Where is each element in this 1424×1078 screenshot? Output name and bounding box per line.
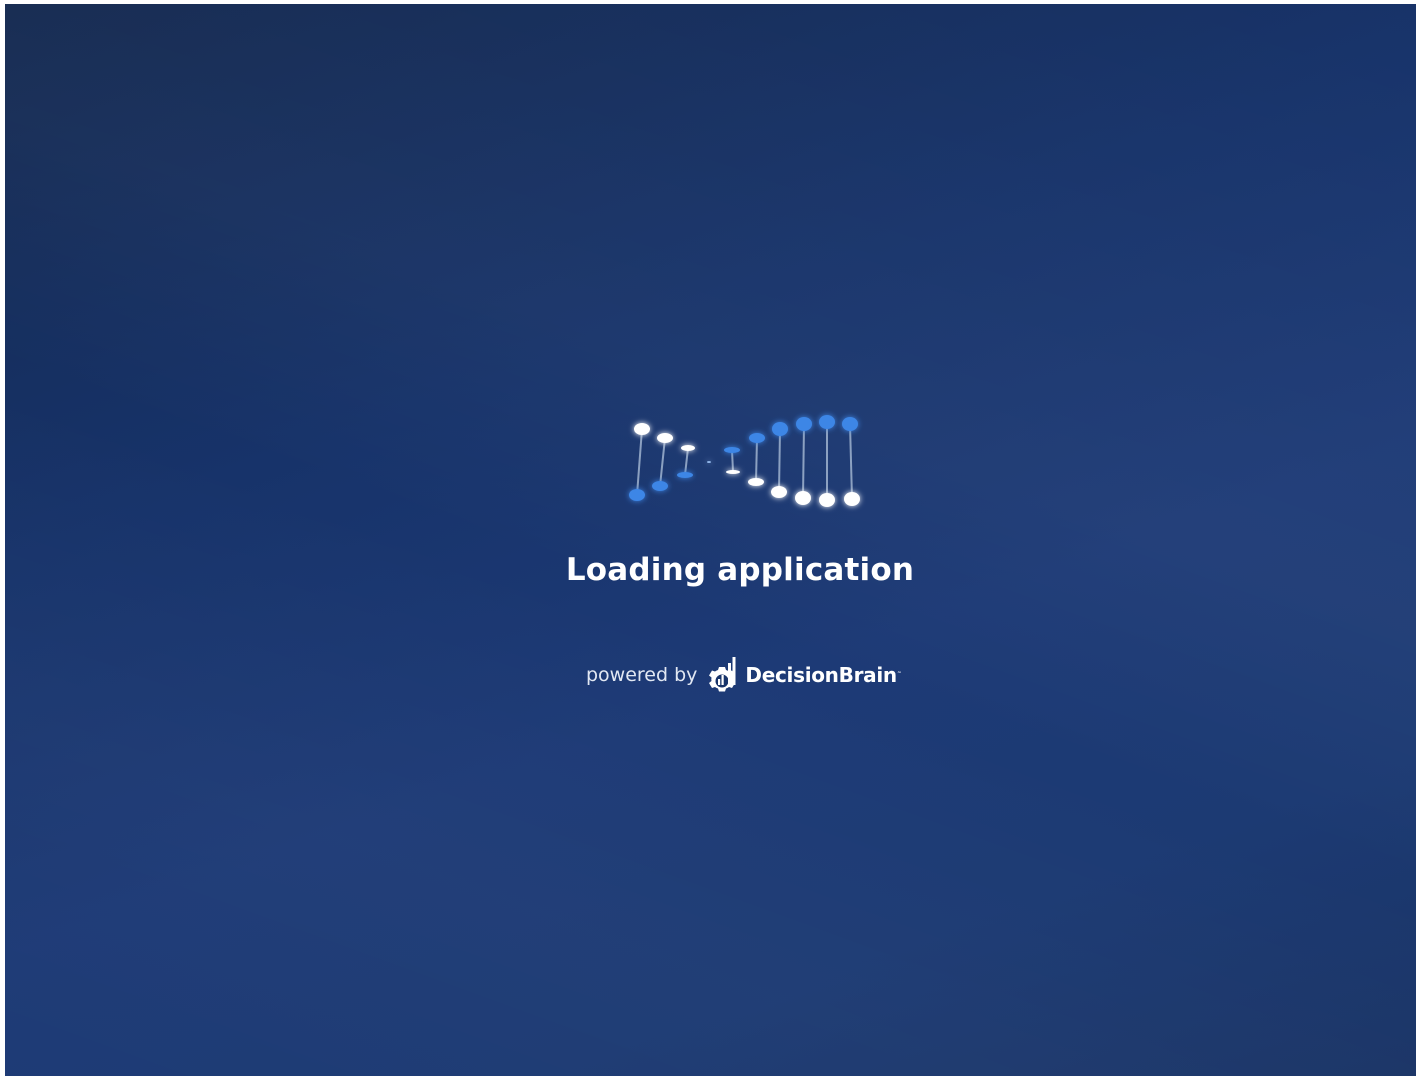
powered-by-label: powered by (586, 664, 698, 686)
background-sheen (5, 4, 1416, 1076)
brand-name: DecisionBrain (745, 663, 897, 687)
loading-screen: Loading application powered by DecisionB… (5, 4, 1416, 1076)
decisionbrain-gear-chart-icon (709, 657, 736, 692)
dna-helix-loader-icon (629, 415, 860, 507)
brand-trademark: ˜ (897, 670, 901, 680)
powered-by-footer: powered by DecisionBrain ˜ (586, 652, 901, 698)
loading-title: Loading application (565, 552, 915, 588)
